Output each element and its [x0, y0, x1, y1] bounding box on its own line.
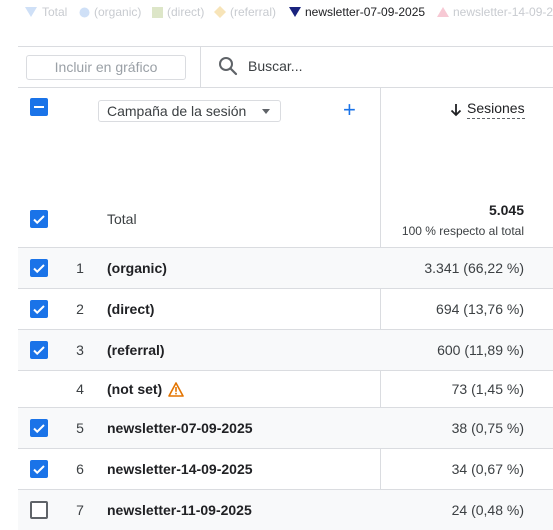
legend-item-total[interactable]: Total: [24, 5, 67, 19]
row-name: newsletter-11-09-2025: [107, 502, 252, 518]
check-icon: [33, 215, 45, 225]
table-row[interactable]: 2 (direct) 694 (13,76 %): [18, 288, 553, 329]
dimension-label: Campaña de la sesión: [107, 103, 247, 119]
row-name: newsletter-14-09-2025: [107, 461, 253, 477]
row-checkbox[interactable]: [30, 501, 48, 519]
row-name: (referral): [107, 342, 165, 358]
legend-label: (referral): [230, 5, 277, 19]
toolbar-divider-bottom: [18, 87, 553, 88]
table-row[interactable]: 7 newsletter-11-09-2025 24 (0,48 %): [18, 489, 553, 530]
dimension-selector[interactable]: Campaña de la sesión: [98, 100, 281, 122]
check-icon: [33, 465, 45, 475]
row-index: 2: [76, 301, 84, 317]
warning-icon[interactable]: [168, 381, 185, 397]
drop-icon: [25, 7, 37, 17]
legend-item-newsletter-07[interactable]: newsletter-07-09-2025: [289, 5, 425, 19]
check-icon: [33, 424, 45, 434]
metric-header-sessions[interactable]: Sesiones: [449, 100, 525, 119]
row-index: 4: [76, 381, 84, 397]
row-name: (direct): [107, 301, 155, 317]
total-label: Total: [107, 211, 137, 227]
legend-label: newsletter-07-09-2025: [305, 5, 426, 19]
row-value: 34 (0,67 %): [451, 461, 524, 477]
check-icon: [33, 264, 45, 274]
search-icon: [219, 57, 238, 76]
diamond-icon: [214, 6, 226, 18]
indeterminate-icon: [34, 106, 44, 108]
add-dimension-button[interactable]: +: [343, 99, 356, 121]
row-value: 24 (0,48 %): [451, 502, 524, 518]
row-checkbox[interactable]: [30, 259, 48, 277]
legend-label: (direct): [167, 5, 205, 19]
select-all-checkbox[interactable]: [30, 98, 48, 116]
toolbar-divider-top: [18, 46, 553, 47]
search-input[interactable]: Buscar...: [248, 58, 302, 74]
row-name: newsletter-07-09-2025: [107, 420, 253, 436]
check-icon: [33, 346, 45, 356]
row-checkbox[interactable]: [30, 419, 48, 437]
row-index: 3: [76, 342, 84, 358]
row-index: 1: [76, 260, 84, 276]
table-row[interactable]: 6 newsletter-14-09-2025 34 (0,67 %): [18, 448, 553, 489]
triangle-down-icon: [289, 7, 301, 17]
circle-icon: [79, 7, 90, 17]
square-icon: [152, 6, 163, 18]
legend-item-referral[interactable]: (referral): [214, 5, 276, 19]
legend-label: newsletter-14-09-2025: [453, 5, 553, 19]
legend-label: (organic): [94, 5, 142, 19]
row-checkbox[interactable]: [30, 300, 48, 318]
include-in-chart-button[interactable]: Incluir en gráfico: [26, 55, 186, 80]
row-name: (not set): [107, 381, 185, 397]
triangle-up-icon: [437, 7, 449, 17]
chart-legend: Total (organic) (direct) (referral) news…: [0, 0, 553, 24]
total-percentage: 100 % respecto al total: [401, 224, 524, 238]
row-value: 600 (11,89 %): [437, 342, 524, 358]
table-row[interactable]: 1 (organic) 3.341 (66,22 %): [18, 247, 553, 288]
legend-item-newsletter-14[interactable]: newsletter-14-09-2025: [437, 5, 553, 19]
toolbar-divider: [200, 47, 201, 87]
caret-down-icon: [262, 109, 270, 114]
row-index: 6: [76, 461, 84, 477]
total-value: 5.045: [488, 202, 524, 218]
legend-item-organic[interactable]: (organic): [79, 5, 141, 19]
row-name: (organic): [107, 260, 167, 276]
row-index: 7: [76, 502, 84, 518]
legend-label: Total: [42, 5, 68, 19]
table-row[interactable]: 4 (not set) 73 (1,45 %): [18, 370, 553, 408]
table-row[interactable]: 5 newsletter-07-09-2025 38 (0,75 %): [18, 407, 553, 448]
row-checkbox[interactable]: [30, 341, 48, 359]
legend-item-direct[interactable]: (direct): [152, 5, 204, 19]
row-checkbox[interactable]: [30, 460, 48, 478]
check-icon: [33, 305, 45, 315]
metric-label: Sesiones: [467, 100, 525, 119]
row-value: 73 (1,45 %): [451, 381, 524, 397]
row-value: 694 (13,76 %): [436, 301, 524, 317]
arrow-down-icon: [450, 103, 462, 116]
row-value: 38 (0,75 %): [451, 420, 524, 436]
total-checkbox[interactable]: [30, 210, 48, 228]
table-row[interactable]: 3 (referral) 600 (11,89 %): [18, 329, 553, 370]
row-index: 5: [76, 420, 84, 436]
row-value: 3.341 (66,22 %): [424, 260, 524, 276]
